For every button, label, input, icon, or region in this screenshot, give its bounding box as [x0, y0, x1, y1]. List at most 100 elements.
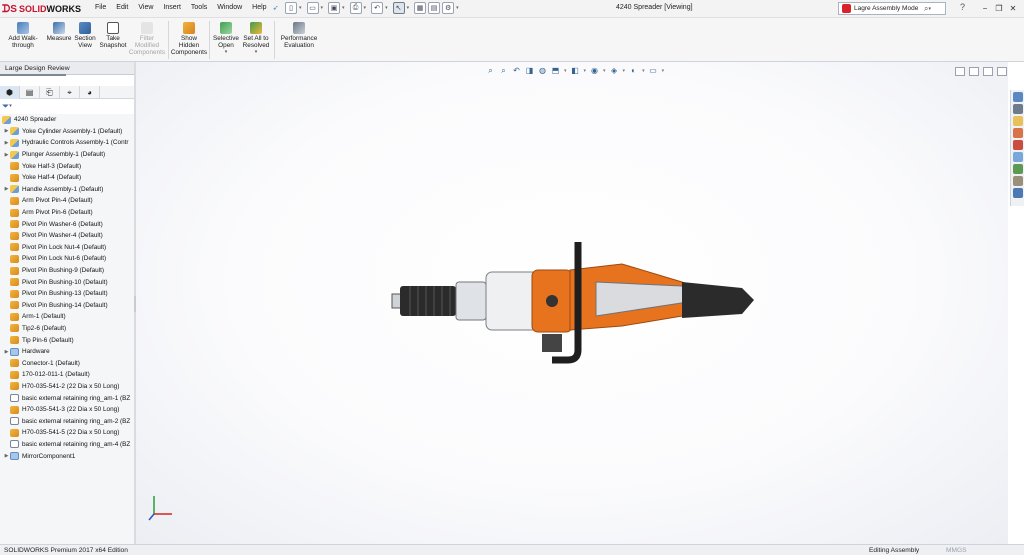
- tree-item[interactable]: ▶ Hardware: [0, 346, 134, 358]
- close-icon[interactable]: ✕: [1007, 2, 1019, 14]
- undo-icon[interactable]: ↶: [371, 2, 384, 14]
- search-input[interactable]: [854, 5, 922, 12]
- property-manager-tab-icon[interactable]: ▤: [20, 86, 40, 99]
- select-cursor-icon[interactable]: ↖: [392, 2, 405, 14]
- file-explorer-icon[interactable]: [1013, 116, 1023, 126]
- undo-dropdown-icon[interactable]: ▾: [385, 5, 388, 11]
- options-dropdown-icon[interactable]: ▾: [456, 5, 459, 11]
- tree-item[interactable]: ▶ Hydraulic Controls Assembly-1 (Contr: [0, 137, 134, 149]
- viewport-maximize-icon[interactable]: [983, 67, 993, 76]
- file-properties-icon[interactable]: ▤: [428, 2, 441, 14]
- menu-edit[interactable]: Edit: [116, 4, 128, 12]
- expand-arrow-icon[interactable]: ▶: [3, 453, 10, 459]
- tree-item[interactable]: Yoke Half-3 (Default): [0, 160, 134, 172]
- tree-item[interactable]: Arm-1 (Default): [0, 311, 134, 323]
- menu-insert[interactable]: Insert: [163, 4, 181, 12]
- open-dropdown-icon[interactable]: ▾: [321, 5, 324, 11]
- print-icon[interactable]: ⎙: [349, 2, 362, 14]
- menu-help[interactable]: Help: [252, 4, 266, 12]
- view-palette-icon[interactable]: [1013, 128, 1023, 138]
- view-orientation-icon[interactable]: ⬒: [551, 66, 560, 75]
- expand-arrow-icon[interactable]: ▶: [3, 128, 10, 134]
- menu-view[interactable]: View: [138, 4, 153, 12]
- tree-item[interactable]: ▶ Plunger Assembly-1 (Default): [0, 149, 134, 161]
- search-dropdown-icon[interactable]: ▾: [928, 6, 931, 12]
- tree-item[interactable]: Pivot Pin Bushing-9 (Default): [0, 265, 134, 277]
- display-style-dropdown-icon[interactable]: ▾: [584, 66, 587, 75]
- select-dropdown-icon[interactable]: ▾: [407, 5, 410, 11]
- save-dropdown-icon[interactable]: ▾: [342, 5, 345, 11]
- options-gear-icon[interactable]: ⚙: [442, 2, 455, 14]
- filter-modified-button[interactable]: Filter Modified Components: [128, 18, 166, 61]
- tree-filter[interactable]: ⏷ ▾: [2, 101, 132, 111]
- add-walkthrough-button[interactable]: Add Walk-through: [0, 18, 46, 61]
- tree-item[interactable]: H70-035-541-2 (22 Dia x 50 Long): [0, 381, 134, 393]
- tree-item[interactable]: Pivot Pin Washer-6 (Default): [0, 218, 134, 230]
- tree-item[interactable]: Pivot Pin Bushing-14 (Default): [0, 300, 134, 312]
- tree-item[interactable]: ▶ MirrorComponent1: [0, 450, 134, 462]
- print-dropdown-icon[interactable]: ▾: [364, 5, 367, 11]
- view-settings-dropdown-icon[interactable]: ▾: [662, 66, 665, 75]
- previous-view-icon[interactable]: ↶: [512, 66, 521, 75]
- tree-item[interactable]: basic external retaining ring_am-1 (BZ: [0, 392, 134, 404]
- menu-window[interactable]: Window: [217, 4, 242, 12]
- featuremanager-tree-tab-icon[interactable]: ⬢: [0, 86, 20, 99]
- solidworks-resources-icon[interactable]: [1013, 92, 1023, 102]
- tree-item[interactable]: ▶ Yoke Cylinder Assembly-1 (Default): [0, 126, 134, 138]
- tree-item[interactable]: Yoke Half-4 (Default): [0, 172, 134, 184]
- expand-arrow-icon[interactable]: ▶: [3, 140, 10, 146]
- zoom-to-fit-icon[interactable]: ⌕: [486, 66, 495, 75]
- display-style-icon[interactable]: ◧: [571, 66, 580, 75]
- selective-open-dropdown-icon[interactable]: ▾: [225, 49, 228, 56]
- tree-item[interactable]: Pivot Pin Lock Nut-4 (Default): [0, 242, 134, 254]
- performance-evaluation-button[interactable]: Performance Evaluation: [277, 18, 321, 61]
- new-dropdown-icon[interactable]: ▾: [299, 5, 302, 11]
- set-all-resolved-button[interactable]: Set All to Resolved ▾: [240, 18, 272, 61]
- viewport-minimize-icon[interactable]: [969, 67, 979, 76]
- design-library-icon[interactable]: [1013, 104, 1023, 114]
- zoom-to-area-icon[interactable]: ⌕: [499, 66, 508, 75]
- tree-item[interactable]: H70-035-541-3 (22 Dia x 50 Long): [0, 404, 134, 416]
- expand-arrow-icon[interactable]: ▶: [3, 186, 10, 192]
- selective-open-button[interactable]: Selective Open ▾: [212, 18, 240, 61]
- tree-item[interactable]: Arm Pivot Pin-6 (Default): [0, 207, 134, 219]
- expand-arrow-icon[interactable]: ▶: [3, 349, 10, 355]
- tree-item[interactable]: Pivot Pin Lock Nut-6 (Default): [0, 253, 134, 265]
- edit-appearance-icon[interactable]: ◈: [610, 66, 619, 75]
- appearances-icon[interactable]: [1013, 140, 1023, 150]
- tree-item[interactable]: Pivot Pin Bushing-13 (Default): [0, 288, 134, 300]
- tree-item[interactable]: ▶ Handle Assembly-1 (Default): [0, 184, 134, 196]
- dimxpert-tab-icon[interactable]: ⌖: [60, 86, 80, 99]
- tree-item[interactable]: 170-012-011-1 (Default): [0, 369, 134, 381]
- tree-root-item[interactable]: 4240 Spreader: [0, 114, 134, 126]
- solidworks-logo[interactable]: ᗪS SOLID WORKS: [2, 3, 81, 15]
- menu-tools[interactable]: Tools: [191, 4, 207, 12]
- plm-icon[interactable]: [1013, 176, 1023, 186]
- 3d-content-icon[interactable]: [1013, 188, 1023, 198]
- solidworks-forum-icon[interactable]: [1013, 164, 1023, 174]
- menu-file[interactable]: File: [95, 4, 106, 12]
- help-question-icon[interactable]: ?: [960, 2, 965, 12]
- custom-properties-icon[interactable]: [1013, 152, 1023, 162]
- tree-item[interactable]: basic external retaining ring_am-4 (BZ: [0, 439, 134, 451]
- apply-scene-icon[interactable]: ◐: [629, 66, 638, 75]
- viewport-close-icon[interactable]: [997, 67, 1007, 76]
- tree-item[interactable]: Pivot Pin Washer-4 (Default): [0, 230, 134, 242]
- rebuild-icon[interactable]: ▦: [414, 2, 427, 14]
- set-all-resolved-dropdown-icon[interactable]: ▾: [255, 49, 258, 56]
- tree-item[interactable]: basic external retaining ring_am-2 (BZ: [0, 415, 134, 427]
- pin-menu-icon[interactable]: ➶: [273, 4, 279, 12]
- view-orientation-dropdown-icon[interactable]: ▾: [564, 66, 567, 75]
- restore-icon[interactable]: ❐: [993, 2, 1005, 14]
- filter-dropdown-icon[interactable]: ▾: [9, 103, 12, 109]
- dynamic-annotation-icon[interactable]: ◍: [538, 66, 547, 75]
- save-icon[interactable]: ▣: [328, 2, 341, 14]
- configuration-manager-tab-icon[interactable]: ⎗: [40, 86, 60, 99]
- take-snapshot-button[interactable]: Take Snapshot: [98, 18, 128, 61]
- split-view-icon[interactable]: [955, 67, 965, 76]
- spreader-model[interactable]: [382, 230, 762, 370]
- view-settings-icon[interactable]: ▭: [649, 66, 658, 75]
- hide-show-items-icon[interactable]: ◉: [590, 66, 599, 75]
- tree-item[interactable]: Tip2-6 (Default): [0, 323, 134, 335]
- unit-system-text[interactable]: MMGS: [946, 547, 967, 554]
